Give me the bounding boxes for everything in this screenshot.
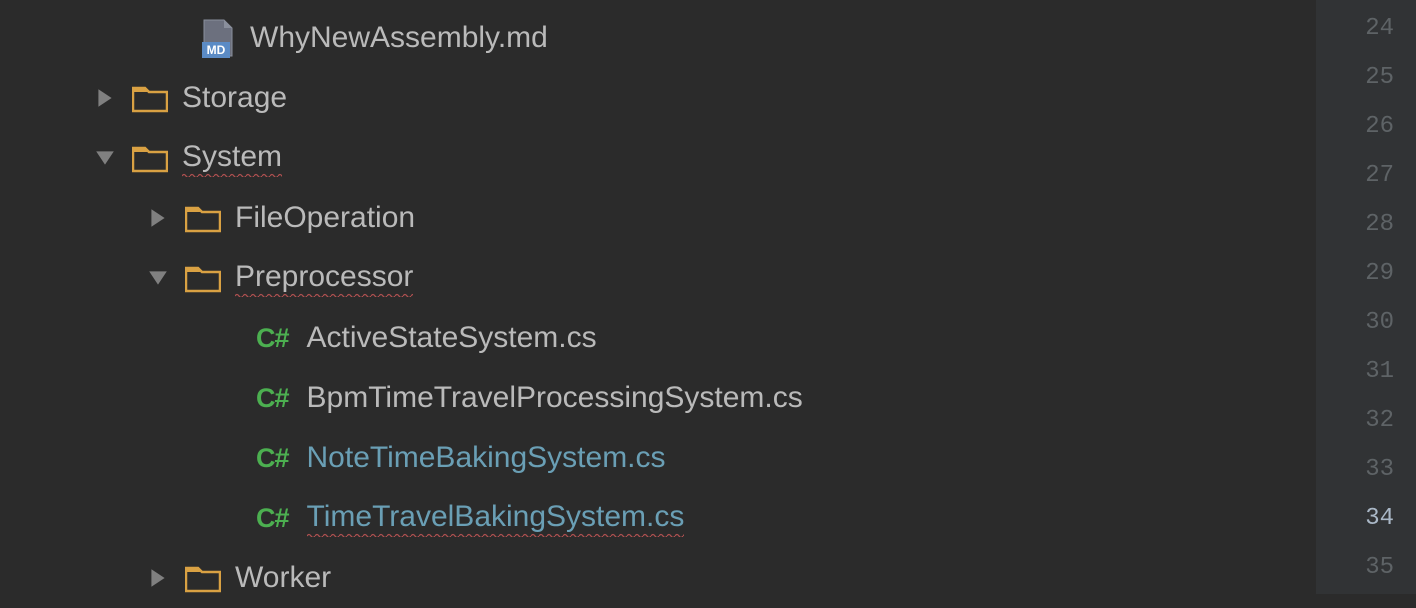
tree-label: Preprocessor: [235, 260, 413, 297]
line-number: 31: [1316, 347, 1394, 396]
line-number: 32: [1316, 396, 1394, 445]
svg-text:MD: MD: [207, 43, 226, 57]
tree-file-bpmtimetravel[interactable]: C# BpmTimeTravelProcessingSystem.cs: [0, 368, 1316, 428]
line-number: 29: [1316, 249, 1394, 298]
line-number: 35: [1316, 543, 1394, 592]
tree-file-whynewassembly[interactable]: MD WhyNewAssembly.md: [0, 8, 1316, 68]
tree-folder-system[interactable]: System: [0, 128, 1316, 188]
line-number: 28: [1316, 200, 1394, 249]
line-number: 27: [1316, 151, 1394, 200]
tree-label: WhyNewAssembly.md: [250, 21, 548, 55]
tree-folder-worker[interactable]: Worker: [0, 548, 1316, 608]
line-number: 26: [1316, 102, 1394, 151]
chevron-down-icon[interactable]: [143, 267, 173, 289]
csharp-file-icon: C#: [256, 383, 289, 414]
tree-label: ActiveStateSystem.cs: [307, 321, 597, 355]
line-number: 30: [1316, 298, 1394, 347]
tree-folder-preprocessor[interactable]: Preprocessor: [0, 248, 1316, 308]
tree-file-notetimebaking[interactable]: C# NoteTimeBakingSystem.cs: [0, 428, 1316, 488]
tree-label: System: [182, 140, 282, 177]
line-number: 34: [1316, 494, 1394, 543]
chevron-down-icon[interactable]: [90, 147, 120, 169]
tree-label: BpmTimeTravelProcessingSystem.cs: [307, 381, 803, 415]
line-number: 24: [1316, 4, 1394, 53]
tree-file-timetravelbaking[interactable]: C# TimeTravelBakingSystem.cs: [0, 488, 1316, 548]
tree-label: Storage: [182, 81, 287, 115]
folder-icon: [132, 83, 168, 113]
project-tree[interactable]: MD WhyNewAssembly.md Storage System: [0, 0, 1316, 594]
chevron-right-icon[interactable]: [90, 87, 120, 109]
tree-file-activestatesystem[interactable]: C# ActiveStateSystem.cs: [0, 308, 1316, 368]
tree-label: TimeTravelBakingSystem.cs: [307, 500, 685, 537]
chevron-right-icon[interactable]: [143, 207, 173, 229]
tree-label: FileOperation: [235, 201, 415, 235]
editor-gutter: 242526272829303132333435: [1316, 0, 1416, 594]
tree-label: Worker: [235, 561, 331, 595]
markdown-file-icon: MD: [200, 18, 236, 58]
csharp-file-icon: C#: [256, 503, 289, 534]
line-number: 25: [1316, 53, 1394, 102]
csharp-file-icon: C#: [256, 323, 289, 354]
tree-folder-storage[interactable]: Storage: [0, 68, 1316, 128]
tree-folder-fileoperation[interactable]: FileOperation: [0, 188, 1316, 248]
chevron-right-icon[interactable]: [143, 567, 173, 589]
line-number: 33: [1316, 445, 1394, 494]
folder-icon: [185, 203, 221, 233]
csharp-file-icon: C#: [256, 443, 289, 474]
folder-icon: [132, 143, 168, 173]
folder-icon: [185, 563, 221, 593]
tree-label: NoteTimeBakingSystem.cs: [307, 441, 666, 475]
folder-icon: [185, 263, 221, 293]
